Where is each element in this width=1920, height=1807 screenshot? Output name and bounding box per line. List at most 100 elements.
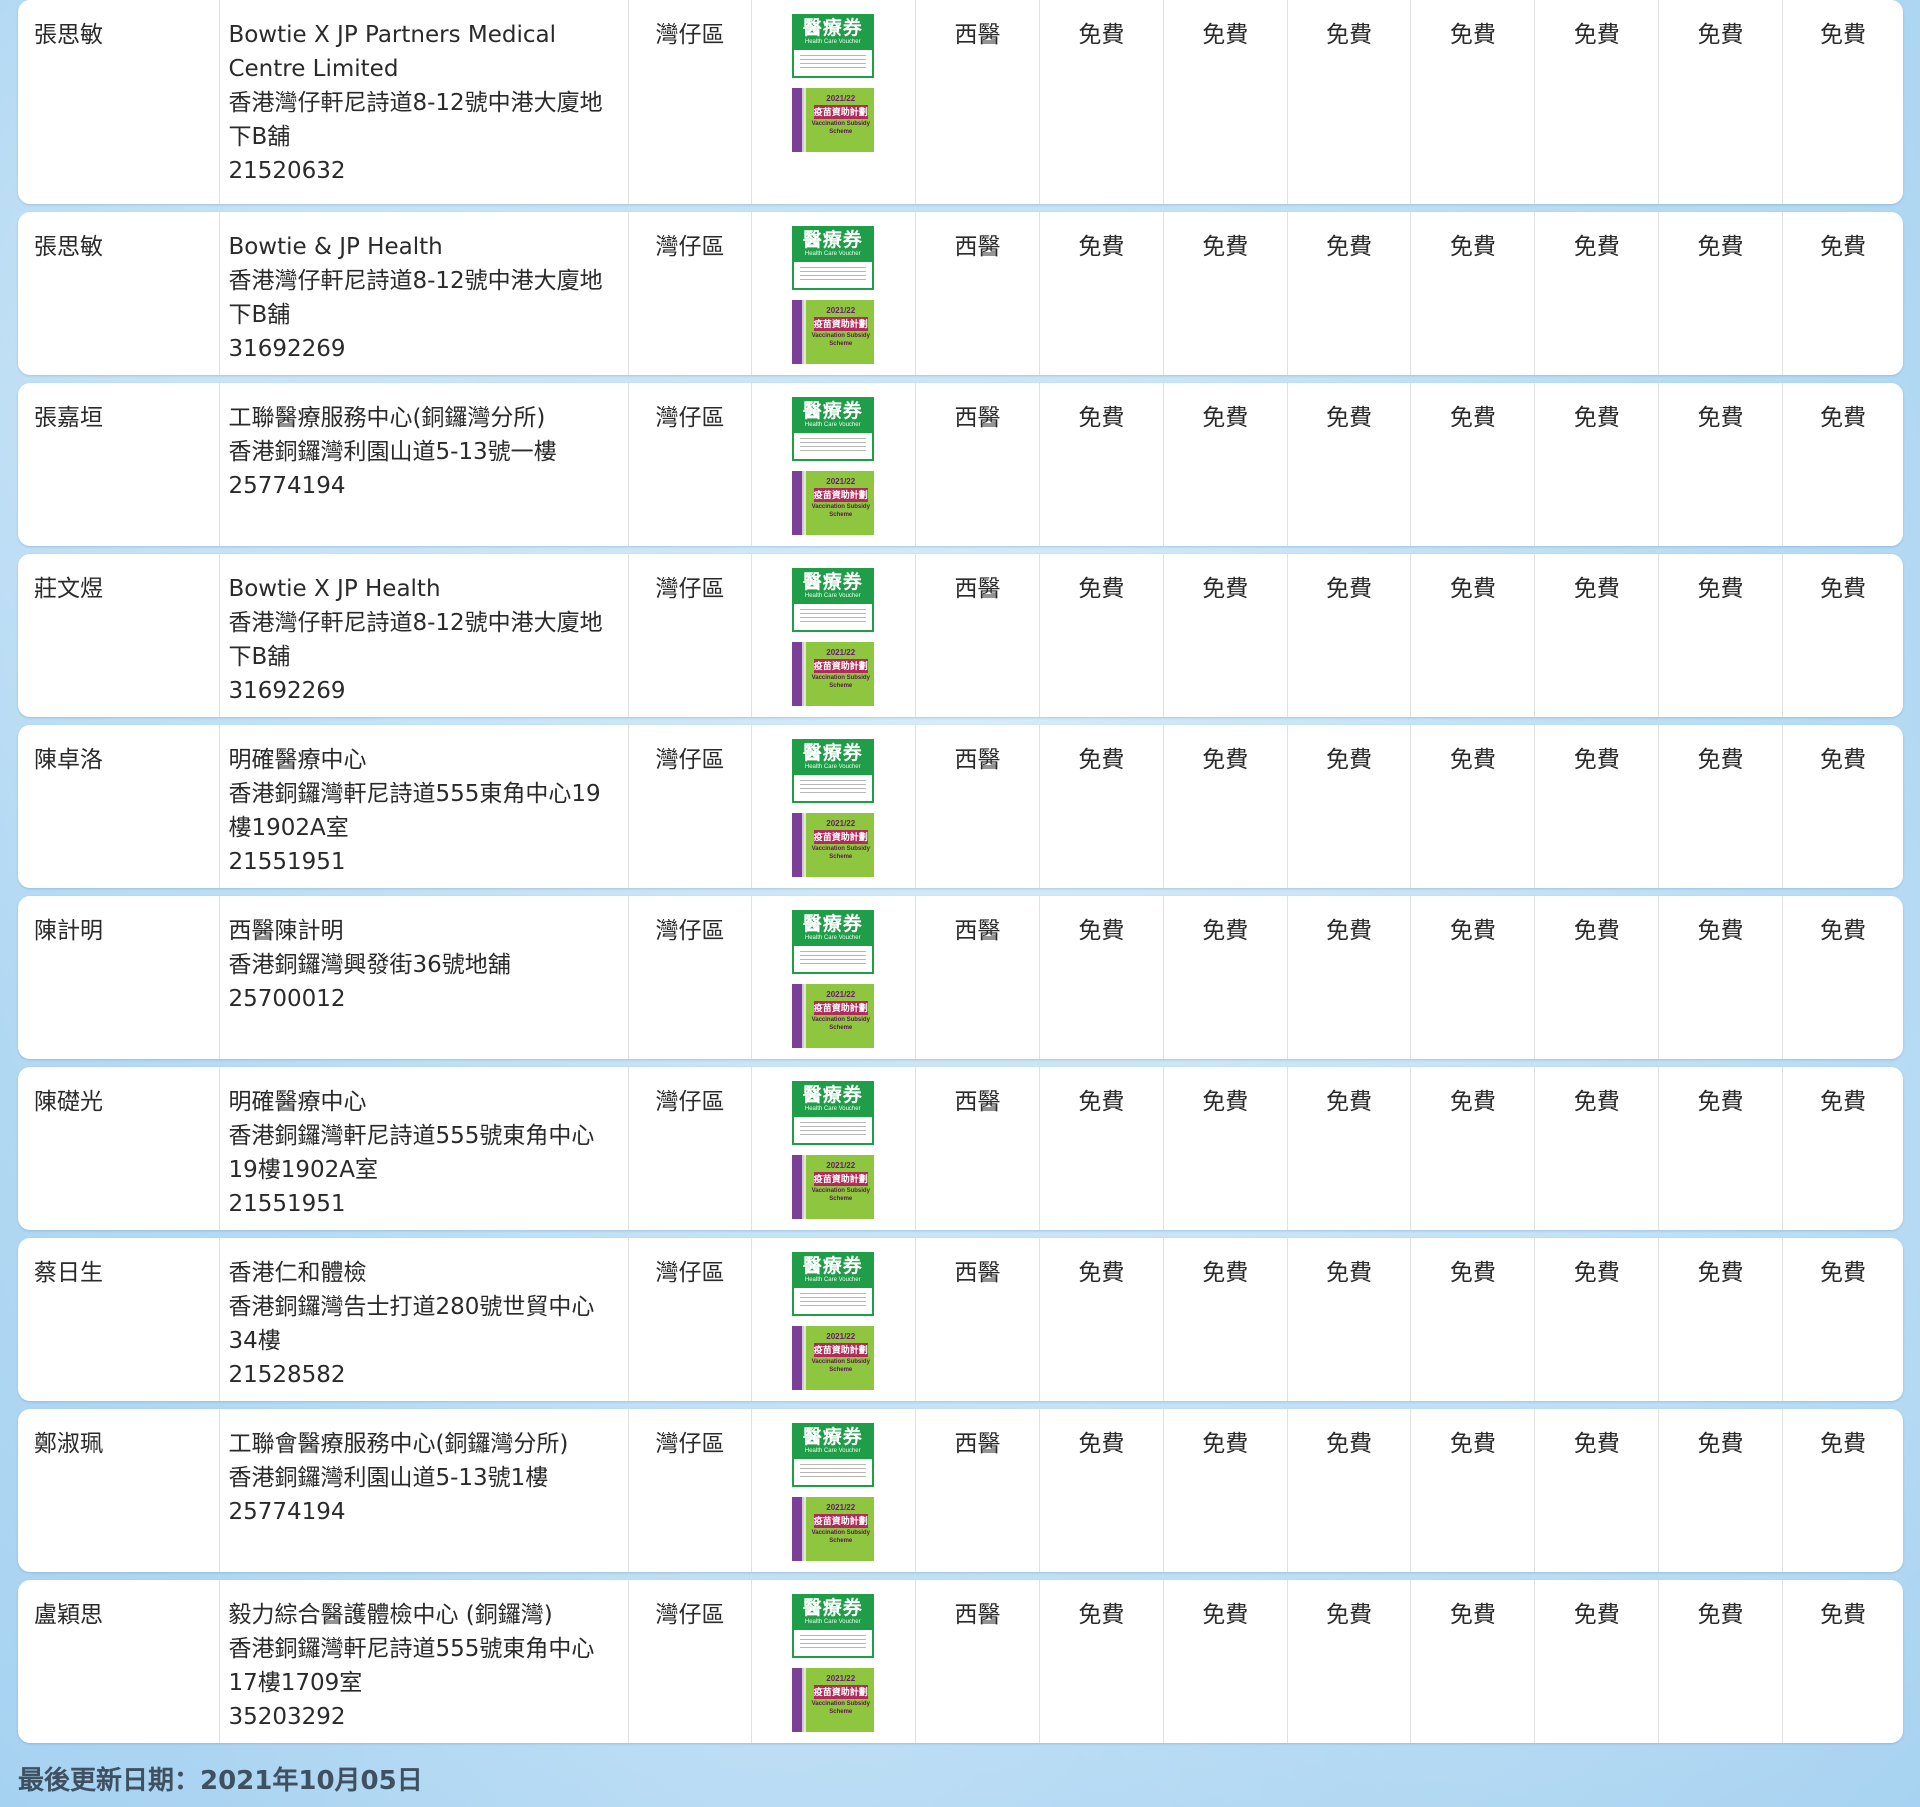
scheme-badges: 醫療券 Health Care Voucher 2021/22 疫苗資助計劃 Vacci…: [752, 1067, 917, 1230]
vaccination-subsidy-scheme-icon: 2021/22 疫苗資助計劃 Vaccination Subsidy Scheme: [791, 1497, 874, 1561]
fee-cell: 免費: [1659, 1067, 1783, 1230]
fee-cell: 免費: [1819, 1089, 1866, 1115]
table-row: 張思敏 Bowtie & JP Health 香港灣仔軒尼詩道8-12號中港大廈地下…: [18, 212, 1903, 375]
clinic-name: 香港仁和體檢: [228, 1260, 367, 1286]
vss-title: 疫苗資助計劃: [813, 830, 868, 844]
vss-subtitle: Vaccination Subsidy Scheme: [811, 1701, 870, 1715]
fee-cell: 免費: [1040, 896, 1164, 1059]
doctor-type: 西醫: [916, 896, 1040, 1059]
fee-cell: 免費: [1040, 1409, 1164, 1572]
health-care-voucher-icon: 醫療券 Health Care Voucher: [791, 226, 874, 290]
hcv-fine-print: [799, 267, 866, 281]
health-care-voucher-icon: 醫療券 Health Care Voucher: [791, 910, 874, 974]
fee-cell: 免費: [1164, 725, 1288, 888]
table-row: 蔡日生 香港仁和體檢 香港銅鑼灣告士打道280號世貿中心34樓 21528582 灣仔區…: [18, 1238, 1903, 1401]
vaccination-subsidy-scheme-icon: 2021/22 疫苗資助計劃 Vaccination Subsidy Scheme: [791, 1326, 874, 1390]
vss-title: 疫苗資助計劃: [813, 488, 868, 502]
clinic-phone: 31692269: [228, 336, 346, 362]
hcv-fine-print: [799, 1464, 866, 1478]
vss-text: 2021/22 疫苗資助計劃 Vaccination Subsidy Scheme: [810, 819, 872, 861]
doctor-type: 西醫: [916, 725, 1040, 888]
clinic-info: Bowtie X JP Partners Medical Centre Limi…: [220, 0, 629, 204]
clinic-info: 明確醫療中心 香港銅鑼灣軒尼詩道555東角中心19樓1902A室 21551951: [220, 725, 629, 888]
badge-group: 醫療券 Health Care Voucher 2021/22 疫苗資助計劃 Vacci…: [791, 1081, 876, 1219]
fee-cell: 免費: [1411, 725, 1536, 888]
vss-subtitle: Vaccination Subsidy Scheme: [811, 121, 870, 135]
fee-cell: 免費: [1659, 1580, 1783, 1743]
fee-cell: 免費: [1659, 725, 1783, 888]
fee-cell: 免費: [1040, 1238, 1164, 1401]
clinic-info: 明確醫療中心 香港銅鑼灣軒尼詩道555號東角中心19樓1902A室 21551951: [220, 1067, 629, 1230]
hcv-subtitle: Health Care Voucher: [804, 1277, 861, 1283]
fee-cell: 免費: [1288, 212, 1412, 375]
scheme-badges: 醫療券 Health Care Voucher 2021/22 疫苗資助計劃 Vacci…: [752, 1580, 917, 1743]
vss-subtitle: Vaccination Subsidy Scheme: [811, 675, 870, 689]
scheme-badges: 醫療券 Health Care Voucher 2021/22 疫苗資助計劃 Vacci…: [752, 383, 917, 546]
vaccination-subsidy-scheme-icon: 2021/22 疫苗資助計劃 Vaccination Subsidy Scheme: [791, 984, 874, 1048]
vss-year: 2021/22: [826, 819, 856, 828]
clinic-phone: 25700012: [228, 986, 346, 1012]
vss-stripe-highlight: [801, 813, 806, 877]
fee-cell: 免費: [1411, 0, 1536, 204]
table-row: 鄭淑珮 工聯會醫療服務中心(銅鑼灣分所) 香港銅鑼灣利園山道5-13號1樓 25774…: [18, 1409, 1903, 1572]
doctor-name: 蔡日生: [18, 1238, 221, 1401]
scheme-badges: 醫療券 Health Care Voucher 2021/22 疫苗資助計劃 Vacci…: [752, 725, 917, 888]
clinic-name: 明確醫療中心: [228, 747, 367, 773]
fee-cell: 免費: [1040, 0, 1164, 204]
doctor-name: 盧穎思: [18, 1580, 221, 1743]
clinic-address: 香港銅鑼灣軒尼詩道555號東角中心19樓1902A室: [228, 1123, 595, 1183]
district: 灣仔區: [629, 554, 753, 717]
vaccination-subsidy-scheme-icon: 2021/22 疫苗資助計劃 Vaccination Subsidy Scheme: [791, 1155, 874, 1219]
fee-cell: 免費: [1535, 1067, 1660, 1230]
clinic-name: Bowtie X JP Partners Medical Centre Limi…: [228, 22, 556, 82]
vss-stripe-highlight: [801, 1668, 806, 1732]
fee-cell: 免費: [1040, 554, 1164, 717]
clinic-name: 西醫陳計明: [228, 918, 344, 944]
table-row: 盧穎思 毅力綜合醫護體檢中心 (銅鑼灣) 香港銅鑼灣軒尼詩道555號東角中心17樓1…: [18, 1580, 1903, 1743]
scheme-badges: 醫療券 Health Care Voucher 2021/22 疫苗資助計劃 Vacci…: [752, 212, 917, 375]
fee-cell: 免費: [1659, 383, 1783, 546]
table-row: 張思敏 Bowtie X JP Partners Medical Centre L…: [18, 0, 1903, 204]
doctor-type: 西醫: [916, 1580, 1040, 1743]
scheme-badges: 醫療券 Health Care Voucher 2021/22 疫苗資助計劃 Vacci…: [752, 1409, 917, 1572]
vss-subtitle: Vaccination Subsidy Scheme: [811, 1530, 870, 1544]
vss-year: 2021/22: [826, 1674, 856, 1683]
clinic-info: Bowtie X JP Health 香港灣仔軒尼詩道8-12號中港大廈地下B舖 3…: [220, 554, 629, 717]
badge-group: 醫療券 Health Care Voucher 2021/22 疫苗資助計劃 Vacci…: [791, 1594, 876, 1732]
fee-cell: 免費: [1288, 1409, 1412, 1572]
clinic-name: Bowtie X JP Health: [228, 576, 441, 602]
doctor-name: 莊文煜: [18, 554, 221, 717]
vss-title: 疫苗資助計劃: [813, 1514, 868, 1528]
scheme-badges: 醫療券 Health Care Voucher 2021/22 疫苗資助計劃 Vacci…: [752, 1238, 917, 1401]
fee-cell: 免費: [1288, 0, 1412, 204]
fee-cell: 免費: [1535, 554, 1660, 717]
district: 灣仔區: [629, 1409, 753, 1572]
vss-stripe-highlight: [801, 1326, 806, 1390]
district: 灣仔區: [629, 0, 753, 204]
fee-cell: 免費: [1819, 576, 1866, 602]
hcv-fine-print: [799, 951, 866, 965]
hcv-subtitle: Health Care Voucher: [804, 593, 861, 599]
fee-cell: 免費: [1411, 1580, 1536, 1743]
vss-stripe-highlight: [801, 1497, 806, 1561]
clinic-info: 工聯醫療服務中心(銅鑼灣分所) 香港銅鑼灣利園山道5-13號一樓 25774194: [220, 383, 629, 546]
fee-cell: 免費: [1411, 554, 1536, 717]
fee-cell: 免費: [1659, 212, 1783, 375]
clinic-address: 香港銅鑼灣軒尼詩道555號東角中心17樓1709室: [228, 1636, 595, 1696]
vss-stripe-highlight: [801, 300, 806, 364]
clinic-name: 明確醫療中心: [228, 1089, 367, 1115]
clinic-info: 毅力綜合醫護體檢中心 (銅鑼灣) 香港銅鑼灣軒尼詩道555號東角中心17樓1709…: [220, 1580, 629, 1743]
table-row: 陳計明 西醫陳計明 香港銅鑼灣興發街36號地舖 25700012 灣仔區 醫療券 Healt…: [18, 896, 1903, 1059]
vss-subtitle: Vaccination Subsidy Scheme: [811, 846, 870, 860]
fee-cell: 免費: [1164, 212, 1288, 375]
clinic-info: 工聯會醫療服務中心(銅鑼灣分所) 香港銅鑼灣利園山道5-13號1樓 25774194: [220, 1409, 629, 1572]
fee-cell: 免費: [1411, 212, 1536, 375]
fee-cell: 免費: [1411, 1067, 1536, 1230]
vaccination-subsidy-scheme-icon: 2021/22 疫苗資助計劃 Vaccination Subsidy Scheme: [791, 642, 874, 706]
clinic-address: 香港銅鑼灣利園山道5-13號一樓: [228, 439, 557, 465]
vss-stripe-highlight: [801, 984, 806, 1048]
fee-cell: 免費: [1411, 383, 1536, 546]
vss-title: 疫苗資助計劃: [813, 317, 868, 331]
fee-cell: 免費: [1535, 212, 1660, 375]
district: 灣仔區: [629, 1238, 753, 1401]
